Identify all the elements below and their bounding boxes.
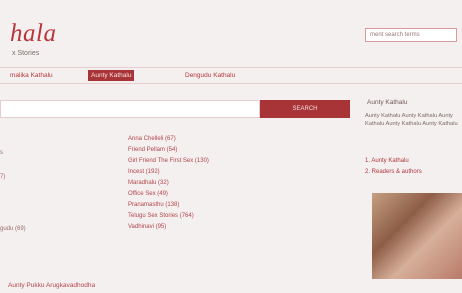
- site-logo[interactable]: hala: [10, 20, 56, 48]
- category-left-1[interactable]: s: [0, 150, 3, 156]
- category-1[interactable]: Anna Chelleli (67): [128, 136, 176, 142]
- search-bar: SEARCH: [0, 100, 350, 118]
- category-7[interactable]: Pranamasthu (138): [128, 202, 179, 208]
- header-search-input[interactable]: ment search terms: [365, 28, 457, 42]
- sidebar-text: Aunty Kathalu Aunty Kathalu Aunty Kathal…: [365, 113, 458, 127]
- category-6[interactable]: Office Sex (49): [128, 191, 168, 197]
- category-left-2[interactable]: 7): [0, 174, 5, 180]
- nav-item-2[interactable]: Aunty Kathalu: [88, 70, 135, 81]
- category-5[interactable]: Maradhalu (32): [128, 180, 169, 186]
- sidebar-photo[interactable]: [372, 193, 462, 279]
- nav-item-3[interactable]: Dengudu Kathalu: [182, 70, 238, 81]
- page: hala x Stories ment search terms malika …: [0, 0, 462, 293]
- category-4[interactable]: Incest (192): [128, 169, 160, 175]
- category-3[interactable]: Girl Friend The First Sex (130): [128, 158, 209, 164]
- post-title[interactable]: Aunty Pukku Arugkavadhodha: [8, 282, 95, 289]
- sidebar-link-1[interactable]: 1. Aunty Kathalu: [365, 158, 409, 164]
- main-nav: malika Kathalu Aunty Kathalu Dengudu Kat…: [0, 67, 462, 84]
- category-left-3[interactable]: gudu (69): [0, 226, 26, 232]
- nav-item-1[interactable]: malika Kathalu: [7, 70, 56, 81]
- search-input[interactable]: [0, 100, 260, 118]
- category-8[interactable]: Telugu Sex Stories (764): [128, 213, 194, 219]
- category-2[interactable]: Friend Pellam (54): [128, 147, 177, 153]
- category-9[interactable]: Vadhinavi (95): [128, 224, 166, 230]
- sidebar-link-2[interactable]: 2. Readers & authors: [365, 169, 422, 175]
- sidebar-title: Aunty Kathalu: [367, 99, 408, 106]
- site-tagline: x Stories: [12, 50, 40, 57]
- search-button[interactable]: SEARCH: [260, 100, 350, 118]
